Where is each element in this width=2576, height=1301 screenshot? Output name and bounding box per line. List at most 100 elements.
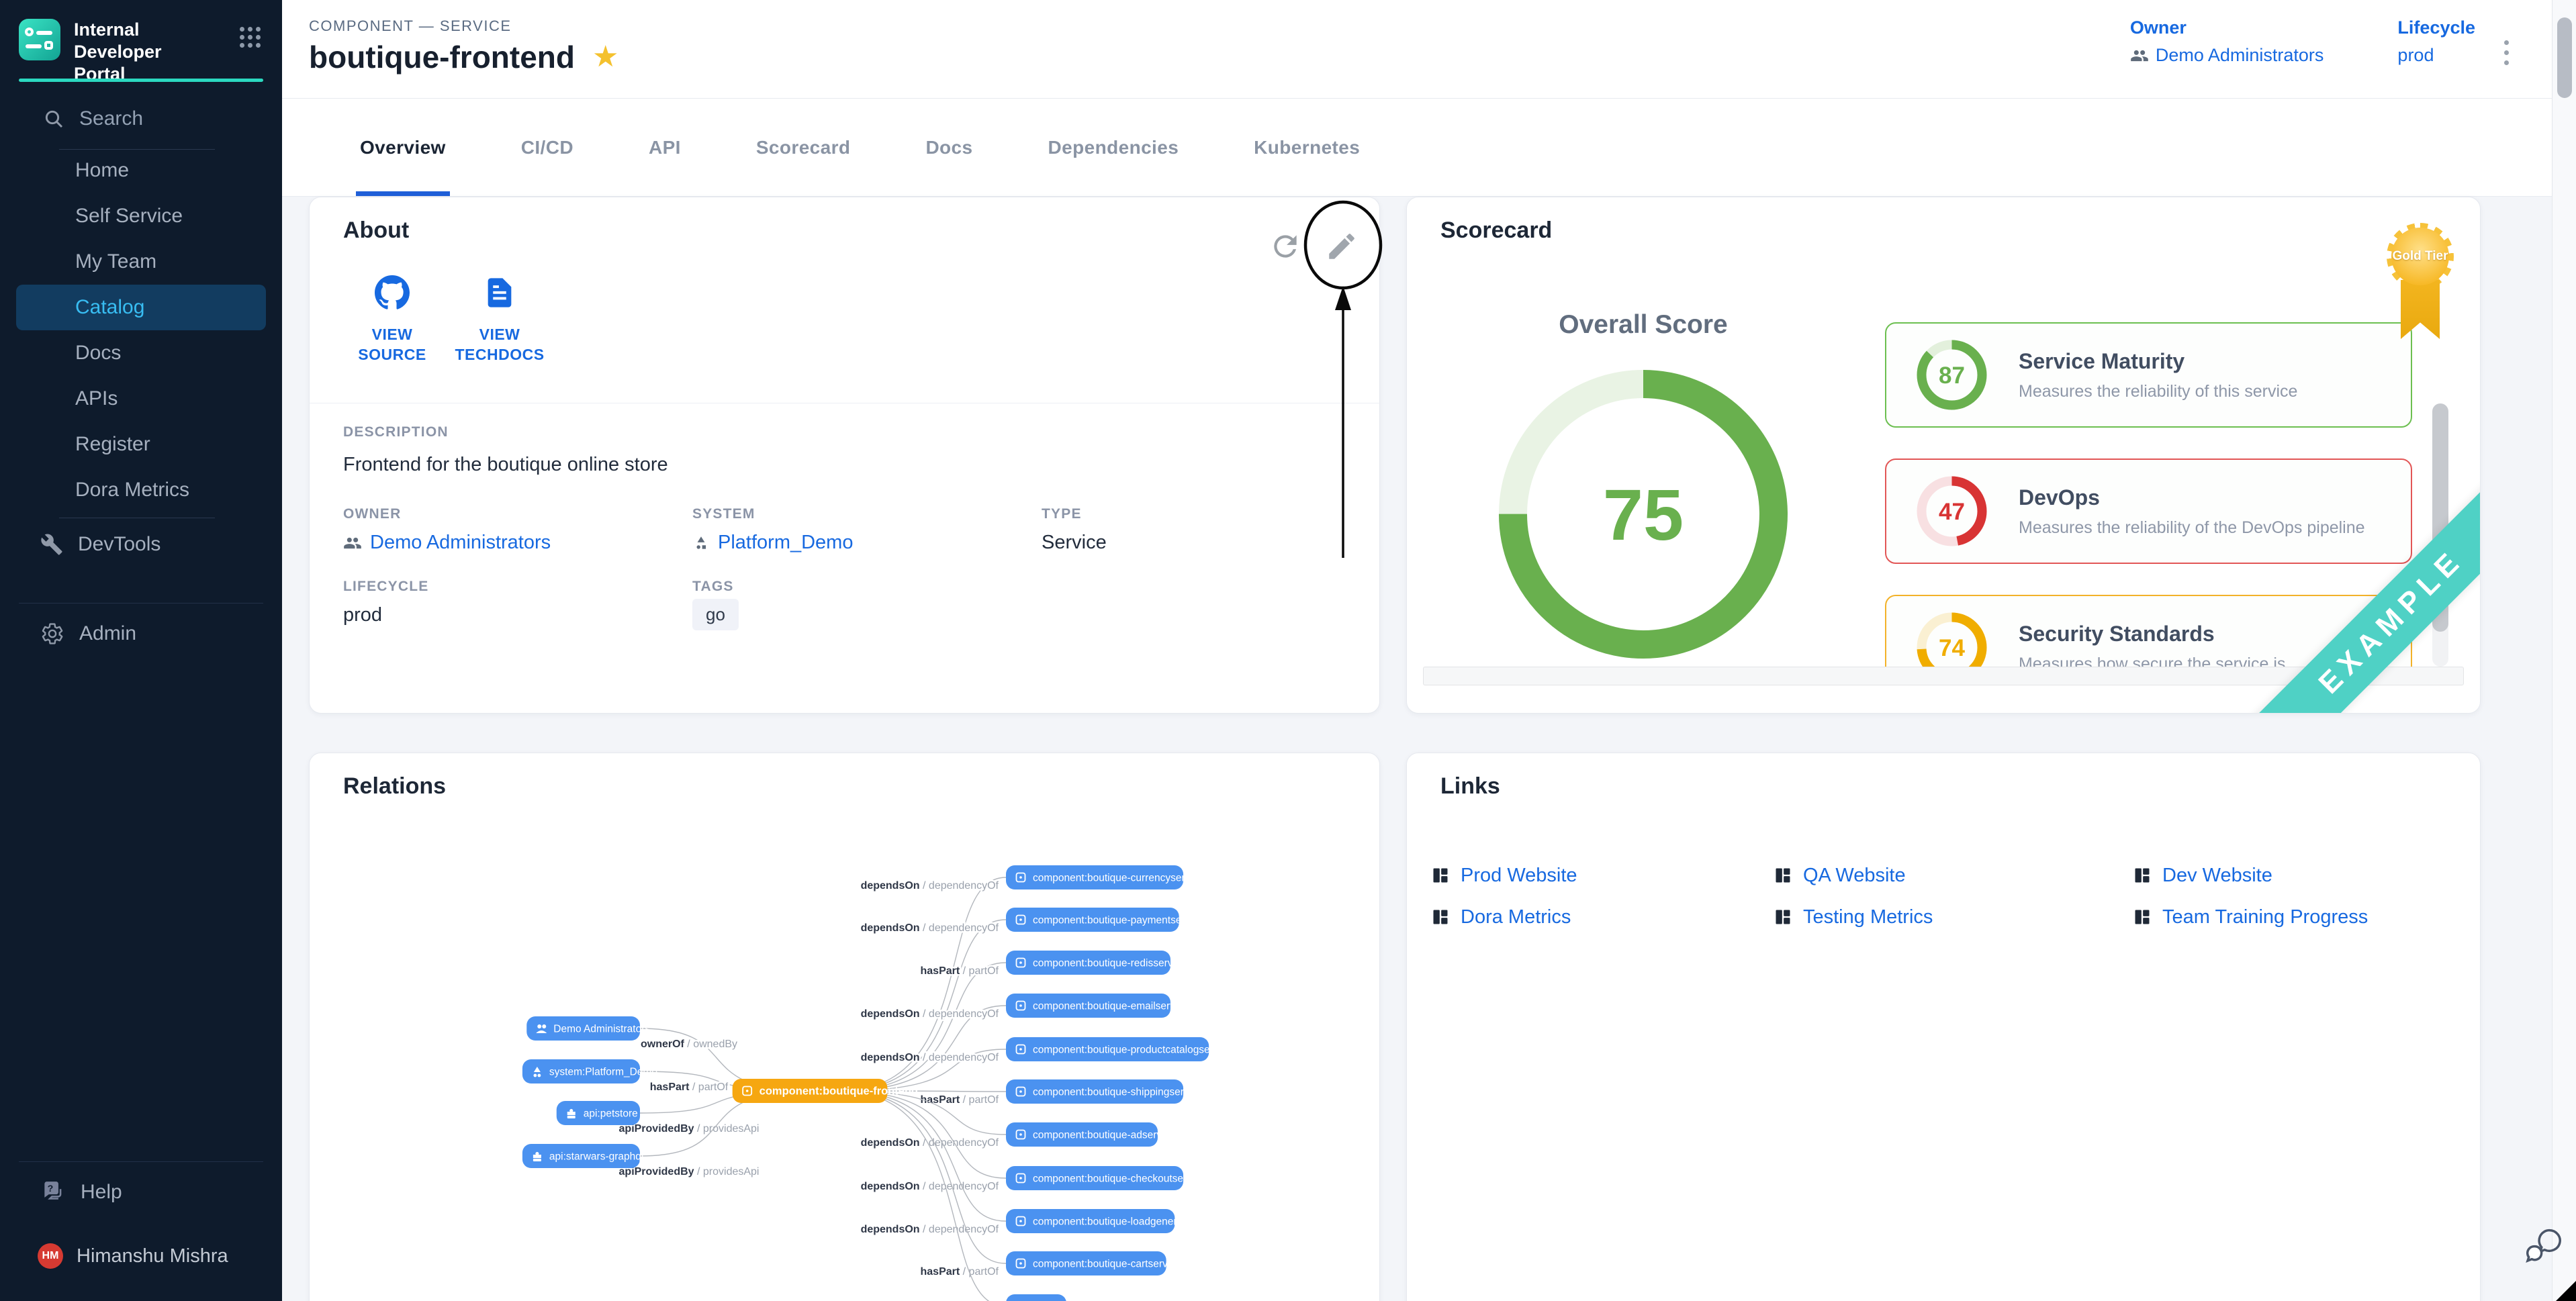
wrench-icon (40, 533, 63, 556)
more-options-icon[interactable] (2493, 35, 2520, 70)
edit-pencil-icon[interactable] (1325, 230, 1359, 263)
graph-node[interactable]: api:starwars-graphql (522, 1144, 643, 1168)
svg-text:ownerOf / ownedBy: ownerOf / ownedBy (641, 1039, 737, 1050)
svg-text:component:boutique-shippingser: component:boutique-shippingservice (1033, 1087, 1202, 1098)
link-prod-website[interactable]: Prod Website (1431, 862, 1774, 889)
sidebar-nav: HomeSelf ServiceMy TeamCatalogDocsAPIsRe… (0, 148, 282, 513)
tab-docs[interactable]: Docs (888, 99, 1010, 196)
svg-text:system:Platform_Demo: system:Platform_Demo (549, 1067, 657, 1078)
score-item-service-maturity[interactable]: 87 Service Maturity Measures the reliabili… (1885, 322, 2412, 428)
svg-text:apiProvidedBy / providesApi: apiProvidedBy / providesApi (619, 1166, 760, 1177)
sidebar-item-self-service[interactable]: Self Service (0, 193, 282, 239)
system-field-link[interactable]: Platform_Demo (692, 532, 853, 554)
svg-text:87: 87 (1939, 363, 1965, 389)
link-team-training-progress[interactable]: Team Training Progress (2133, 904, 2452, 930)
score-desc: Measures how secure the service is (2019, 655, 2285, 667)
sidebar-item-docs[interactable]: Docs (0, 330, 282, 376)
lifecycle-block: Lifecycle prod (2397, 17, 2475, 66)
owner-field-link[interactable]: Demo Administrators (343, 532, 551, 554)
sidebar-item-admin[interactable]: Admin (0, 611, 282, 657)
owner-link[interactable]: Demo Administrators (2130, 45, 2324, 66)
sidebar-item-help[interactable]: ? Help (0, 1169, 282, 1215)
link-qa-website[interactable]: QA Website (1774, 862, 2133, 889)
tab-dependencies[interactable]: Dependencies (1011, 99, 1217, 196)
graph-node[interactable]: component:boutique-checkoutservice (1006, 1166, 1205, 1190)
tab-kubernetes[interactable]: Kubernetes (1216, 99, 1397, 196)
favorite-star-icon[interactable]: ★ (592, 42, 618, 72)
score-desc: Measures the reliability of this service (2019, 382, 2297, 401)
overall-score-value: 75 (1603, 474, 1684, 555)
page-scrollbar[interactable] (2552, 0, 2576, 1301)
graph-node[interactable]: component:boutique-currencyservice (1006, 865, 1203, 889)
score-name: DevOps (2019, 485, 2365, 510)
score-name: Service Maturity (2019, 349, 2297, 374)
graph-node[interactable]: component:boutique-redisservice (1006, 951, 1186, 975)
search-icon (43, 108, 64, 130)
apps-grid-icon[interactable] (240, 27, 261, 48)
graph-node[interactable]: component:boutique-frontend (733, 1079, 918, 1103)
user-name: Himanshu Mishra (77, 1245, 228, 1267)
sidebar-item-devtools[interactable]: DevTools (0, 522, 282, 567)
score-ring: 87 (1909, 332, 1994, 418)
graph-node[interactable]: api:petstore (557, 1101, 640, 1125)
graph-node[interactable]: component:boutique-loadgenerator (1006, 1209, 1195, 1233)
score-list: 87 Service Maturity Measures the reliabili… (1885, 322, 2412, 667)
sidebar-item-register[interactable]: Register (0, 422, 282, 467)
svg-text:?: ? (48, 1184, 54, 1194)
tab-scorecard[interactable]: Scorecard (719, 99, 888, 196)
tag-chip[interactable]: go (692, 599, 739, 630)
tags-field-label: TAGS (692, 579, 734, 595)
entity-header: COMPONENT — SERVICE boutique-frontend ★ … (282, 0, 2576, 99)
tab-overview[interactable]: Overview (322, 99, 484, 196)
svg-text:dependsOn / dependencyOf: dependsOn / dependencyOf (861, 1052, 999, 1063)
sidebar-item-label: Admin (79, 622, 136, 645)
graph-node[interactable] (1006, 1294, 1066, 1301)
score-item-devops[interactable]: 47DevOpsMeasures the reliability of the … (1885, 459, 2412, 564)
svg-text:component:boutique-productcata: component:boutique-productcatalogservice (1033, 1045, 1232, 1056)
sidebar-item-home[interactable]: Home (0, 148, 282, 193)
divider (19, 603, 263, 604)
dashboard-icon (2133, 866, 2152, 885)
refresh-icon[interactable] (1269, 230, 1302, 263)
svg-text:component:boutique-paymentserv: component:boutique-paymentservice (1033, 915, 1203, 926)
graph-node[interactable]: system:Platform_Demo (522, 1059, 657, 1083)
link-dev-website[interactable]: Dev Website (2133, 862, 2452, 889)
tab-ci-cd[interactable]: CI/CD (484, 99, 611, 196)
graph-node[interactable]: component:boutique-paymentservice (1006, 908, 1203, 932)
link-testing-metrics[interactable]: Testing Metrics (1774, 904, 2133, 930)
sidebar-item-catalog[interactable]: Catalog (16, 285, 266, 330)
view-source-button[interactable]: VIEW SOURCE (342, 275, 443, 365)
document-icon (482, 275, 517, 310)
sidebar-user[interactable]: HM Himanshu Mishra (0, 1234, 282, 1278)
graph-node[interactable]: component:boutique-shippingservice (1006, 1079, 1202, 1104)
scorecard-card: Scorecard Overall Score 75 87Service Mat… (1406, 197, 2481, 714)
chat-bubbles-icon[interactable] (2522, 1223, 2565, 1266)
graph-node[interactable]: Demo Administrators (526, 1016, 650, 1041)
graph-node[interactable]: component:boutique-cartservice (1006, 1251, 1181, 1275)
sidebar-item-dora-metrics[interactable]: Dora Metrics (0, 467, 282, 513)
app-window: Internal Developer Portal Search HomeSel… (0, 0, 2576, 1301)
view-techdocs-button[interactable]: VIEW TECHDOCS (449, 275, 550, 365)
svg-text:dependsOn / dependencyOf: dependsOn / dependencyOf (861, 1008, 999, 1020)
svg-text:74: 74 (1939, 635, 1965, 661)
link-dora-metrics[interactable]: Dora Metrics (1431, 904, 1774, 930)
relations-graph: dependsOn / dependencyOf dependsOn / depe… (310, 753, 1380, 1301)
lifecycle-field-label: LIFECYCLE (343, 579, 428, 595)
svg-text:apiProvidedBy / providesApi: apiProvidedBy / providesApi (619, 1123, 760, 1135)
sidebar-item-label: DevTools (78, 533, 160, 556)
tab-api[interactable]: API (611, 99, 719, 196)
graph-node[interactable]: component:boutique-adservice (1006, 1122, 1175, 1147)
sidebar-item-my-team[interactable]: My Team (0, 239, 282, 285)
svg-text:dependsOn / dependencyOf: dependsOn / dependencyOf (861, 1181, 999, 1192)
overall-score-donut: 75 (1496, 367, 1791, 662)
github-icon (375, 275, 410, 310)
svg-text:47: 47 (1939, 499, 1965, 525)
sidebar-search[interactable]: Search (43, 99, 143, 138)
owner-block: Owner Demo Administrators (2130, 17, 2324, 66)
graph-node[interactable]: component:boutique-emailservice (1006, 994, 1189, 1018)
sidebar-item-apis[interactable]: APIs (0, 376, 282, 422)
scrollbar-thumb[interactable] (2557, 17, 2572, 98)
svg-text:component:boutique-adservice: component:boutique-adservice (1033, 1130, 1175, 1141)
graph-node[interactable]: component:boutique-productcatalogservice (1006, 1037, 1232, 1061)
page-title: boutique-frontend (309, 39, 575, 75)
